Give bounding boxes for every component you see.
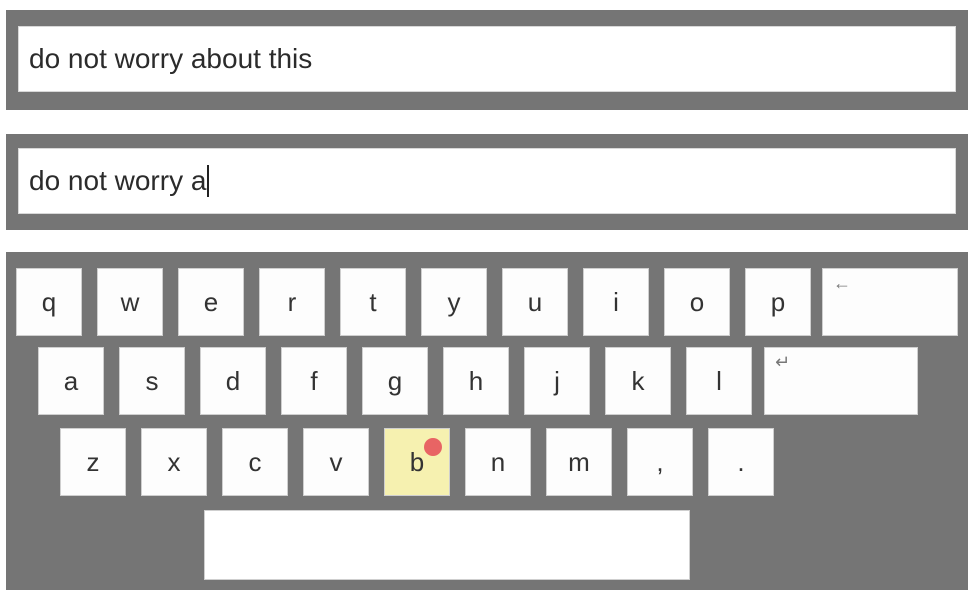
key-d[interactable]: d <box>200 347 266 415</box>
key-u[interactable]: u <box>502 268 568 336</box>
key-c[interactable]: c <box>222 428 288 496</box>
key-w[interactable]: w <box>97 268 163 336</box>
target-text: do not worry about this <box>29 43 313 74</box>
target-text-display: do not worry about this <box>18 26 956 92</box>
on-screen-keyboard: q w e r t y u i o p ← a s d f g h j k l … <box>6 252 968 590</box>
key-s[interactable]: s <box>119 347 185 415</box>
key-j[interactable]: j <box>524 347 590 415</box>
typed-text-input[interactable]: do not worry a <box>18 148 956 214</box>
key-v[interactable]: v <box>303 428 369 496</box>
backspace-key[interactable]: ← <box>822 268 958 336</box>
key-q[interactable]: q <box>16 268 82 336</box>
enter-key[interactable]: ↵ <box>764 347 918 415</box>
space-key[interactable] <box>204 510 690 580</box>
key-p[interactable]: p <box>745 268 811 336</box>
key-period[interactable]: . <box>708 428 774 496</box>
key-n[interactable]: n <box>465 428 531 496</box>
key-comma[interactable]: , <box>627 428 693 496</box>
key-m[interactable]: m <box>546 428 612 496</box>
target-text-panel: do not worry about this <box>6 10 968 110</box>
key-f[interactable]: f <box>281 347 347 415</box>
key-l[interactable]: l <box>686 347 752 415</box>
key-g[interactable]: g <box>362 347 428 415</box>
key-x[interactable]: x <box>141 428 207 496</box>
key-e[interactable]: e <box>178 268 244 336</box>
key-k[interactable]: k <box>605 347 671 415</box>
key-o[interactable]: o <box>664 268 730 336</box>
typed-text: do not worry a <box>29 165 207 196</box>
key-z[interactable]: z <box>60 428 126 496</box>
key-h[interactable]: h <box>443 347 509 415</box>
key-b[interactable]: b <box>384 428 450 496</box>
key-y[interactable]: y <box>421 268 487 336</box>
key-r[interactable]: r <box>259 268 325 336</box>
typed-text-panel: do not worry a <box>6 134 968 230</box>
touch-point-indicator <box>424 438 442 456</box>
text-caret <box>207 165 210 197</box>
key-i[interactable]: i <box>583 268 649 336</box>
key-a[interactable]: a <box>38 347 104 415</box>
key-t[interactable]: t <box>340 268 406 336</box>
